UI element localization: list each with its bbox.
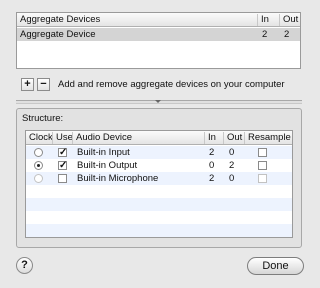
remove-button[interactable]: − [37, 78, 50, 91]
aggregate-device-name: Aggregate Device [20, 29, 96, 40]
structure-row[interactable]: ✓ Built-in Output 0 2 [26, 159, 292, 172]
structure-table: Clock Use Audio Device In Out Resample ✓… [25, 130, 293, 238]
resample-checkbox[interactable] [258, 174, 267, 183]
help-button[interactable]: ? [16, 257, 33, 274]
add-button[interactable]: + [21, 78, 34, 91]
use-checkbox[interactable]: ✓ [58, 161, 67, 171]
divider-grip-icon [155, 100, 161, 103]
aggregate-devices-table: Aggregate Devices In Out Aggregate Devic… [16, 12, 301, 69]
structure-row[interactable]: Built-in Microphone 2 0 [26, 172, 292, 185]
device-in: 2 [209, 173, 215, 184]
aggregate-device-in: 2 [262, 29, 268, 40]
structure-row[interactable]: ✓ Built-in Input 2 0 [26, 146, 292, 159]
device-name: Built-in Input [77, 147, 130, 158]
use-checkbox[interactable] [58, 174, 67, 183]
header-out[interactable]: Out [223, 132, 244, 144]
empty-row [26, 185, 292, 198]
clock-radio[interactable] [34, 148, 43, 157]
device-out: 2 [229, 160, 235, 171]
structure-label: Structure: [22, 113, 64, 124]
device-in: 0 [209, 160, 215, 171]
clock-radio[interactable] [34, 174, 43, 183]
header-aggregate-devices[interactable]: Aggregate Devices [17, 14, 257, 26]
header-use[interactable]: Use [52, 132, 73, 144]
structure-table-header: Clock Use Audio Device In Out Resample [26, 131, 292, 145]
aggregate-device-out: 2 [284, 29, 290, 40]
device-name: Built-in Output [77, 160, 138, 171]
resample-checkbox[interactable] [258, 148, 267, 157]
done-button[interactable]: Done [247, 257, 304, 275]
header-in[interactable]: In [204, 132, 223, 144]
use-checkbox[interactable]: ✓ [58, 148, 67, 158]
add-remove-hint: Add and remove aggregate devices on your… [58, 79, 285, 90]
device-in: 2 [209, 147, 215, 158]
header-resample[interactable]: Resample [244, 132, 294, 144]
split-divider[interactable] [16, 100, 302, 104]
resample-checkbox[interactable] [258, 161, 267, 170]
aggregate-device-row[interactable]: Aggregate Device 2 2 [17, 28, 300, 41]
empty-row [26, 211, 292, 224]
header-audio-device[interactable]: Audio Device [72, 132, 204, 144]
header-in[interactable]: In [257, 14, 279, 26]
structure-group: Structure: Clock Use Audio Device In Out… [16, 108, 302, 248]
empty-row [26, 198, 292, 211]
clock-radio[interactable] [34, 161, 43, 170]
device-out: 0 [229, 173, 235, 184]
aggregate-table-header: Aggregate Devices In Out [17, 13, 300, 27]
header-out[interactable]: Out [279, 14, 302, 26]
empty-row [26, 224, 292, 237]
device-out: 0 [229, 147, 235, 158]
device-name: Built-in Microphone [77, 173, 159, 184]
header-clock[interactable]: Clock [26, 132, 53, 144]
